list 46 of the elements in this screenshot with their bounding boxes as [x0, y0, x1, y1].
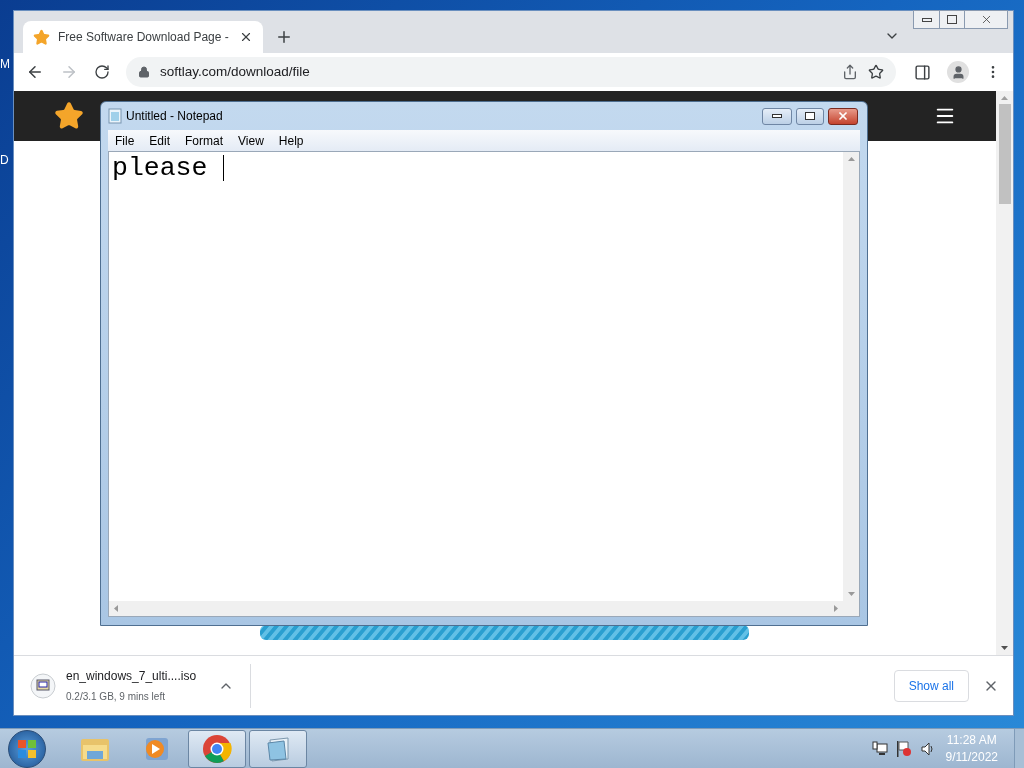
scrollbar-thumb[interactable] [998, 104, 1011, 204]
url-text: softlay.com/download/file [160, 62, 311, 81]
tab-title: Free Software Download Page - [58, 29, 230, 46]
text-cursor [223, 155, 225, 181]
menu-item[interactable]: View [232, 131, 270, 150]
new-tab-icon[interactable] [275, 28, 293, 46]
minimize-button[interactable] [762, 107, 792, 125]
logo-star-icon [54, 101, 84, 131]
address-bar[interactable]: softlay.com/download/file [126, 57, 896, 87]
notepad-icon [264, 734, 292, 763]
side-panel-icon[interactable] [914, 63, 931, 81]
star-icon [33, 28, 50, 46]
share-icon[interactable] [842, 64, 858, 80]
bookmark-star-icon[interactable] [868, 64, 884, 80]
speaker-icon[interactable] [919, 740, 936, 757]
download-file-name[interactable]: en_windows_7_ulti....iso [66, 667, 208, 685]
network-icon[interactable] [871, 740, 888, 757]
maximize-button[interactable] [796, 107, 824, 125]
lock-icon [138, 66, 150, 78]
menu-item[interactable]: Help [272, 131, 310, 150]
scroll-down-icon[interactable] [1001, 646, 1008, 650]
show-all-button[interactable]: Show all [893, 669, 969, 702]
window-title: Untitled - Notepad [126, 108, 223, 125]
close-icon[interactable] [239, 30, 253, 44]
desktop-icon-label: D [0, 154, 10, 166]
back-icon[interactable] [26, 63, 44, 81]
taskbar-app[interactable] [249, 729, 307, 768]
disc-file-icon [30, 672, 56, 699]
typed-text: please [112, 153, 209, 183]
menu-item[interactable]: File [109, 131, 141, 150]
menu-item[interactable]: Edit [143, 131, 177, 150]
taskbar-app[interactable] [188, 729, 246, 768]
desktop-icon-label: M [0, 58, 10, 70]
browser-tab[interactable]: Free Software Download Page - [23, 21, 263, 53]
menu-item[interactable]: Format [179, 131, 230, 150]
chrome-icon [202, 733, 232, 764]
flag-warning-icon[interactable] [895, 739, 912, 758]
close-button[interactable] [828, 107, 858, 125]
windows-logo-icon [17, 738, 37, 759]
start-button[interactable] [8, 729, 46, 768]
close-icon [837, 110, 849, 122]
page-scrollbar[interactable] [996, 91, 1013, 655]
profile-avatar[interactable] [947, 61, 969, 83]
download-status: 0.2/3.1 GB, 9 mins left [66, 690, 166, 704]
notepad-icon [108, 108, 122, 124]
reload-icon[interactable] [94, 64, 110, 80]
